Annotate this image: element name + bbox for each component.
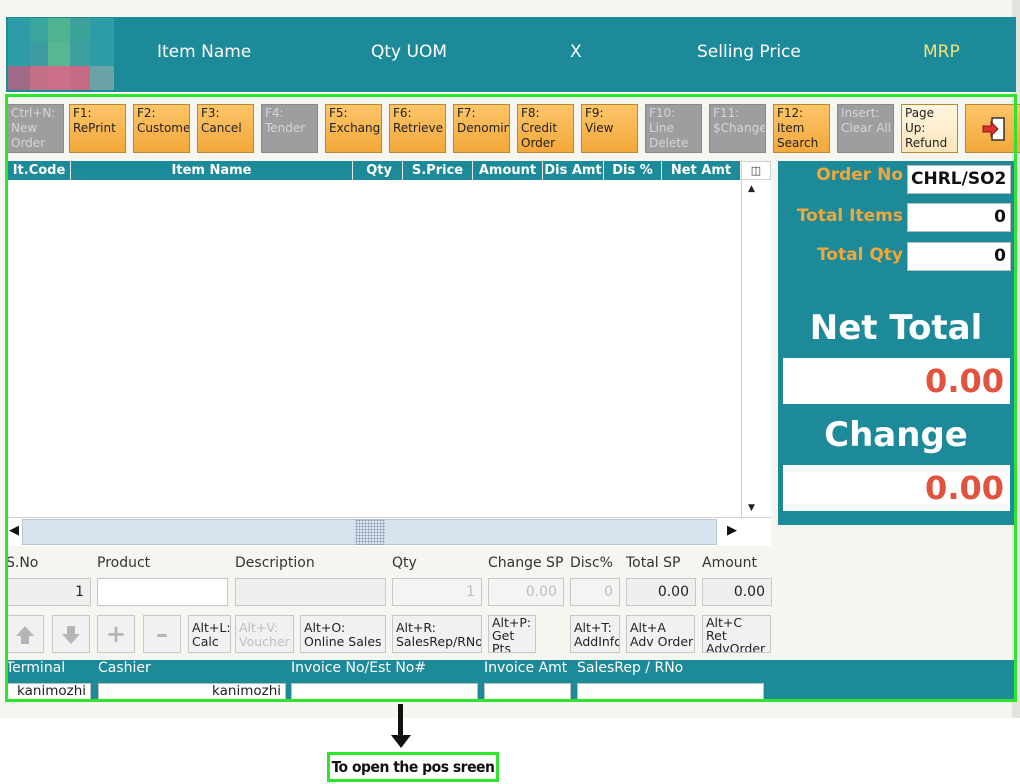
pixelated-logo [8,18,114,90]
header-qty-uom: Qty UOM [371,42,448,62]
header-x: X [570,42,582,62]
header-selling-price: Selling Price [697,42,801,62]
highlight-outline [5,94,1017,702]
header-item-name: Item Name [157,42,252,62]
callout-label: To open the pos sreen [327,752,499,782]
pointer-arrow-head-icon [391,735,411,748]
header-mrp: MRP [923,42,960,62]
